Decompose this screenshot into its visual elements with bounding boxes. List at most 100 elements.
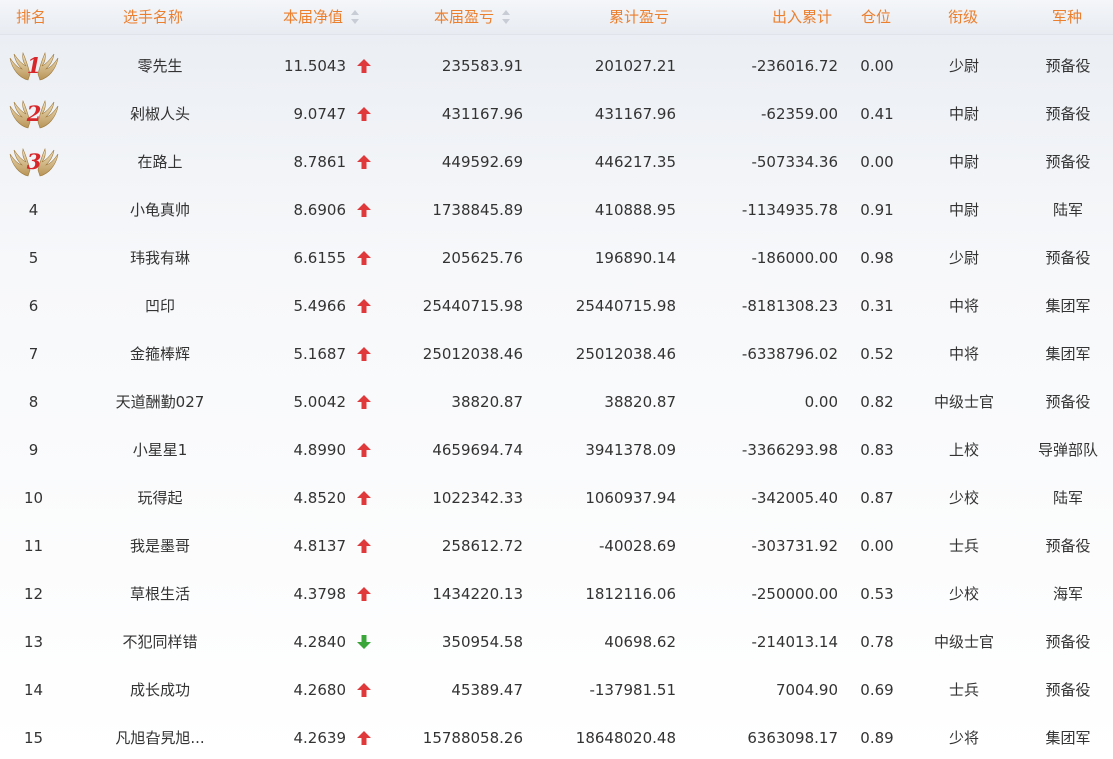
trend-indicator xyxy=(356,138,372,186)
trend-indicator xyxy=(356,330,372,378)
medal-rank-number: 2 xyxy=(26,101,42,126)
table-row[interactable]: 2 剁椒人头 9.0747 431167.96 431167.96 -62359.00 0.… xyxy=(0,90,1113,138)
rank-level: 少校 xyxy=(948,585,979,603)
cumulative-pnl: 40698.62 xyxy=(604,633,676,651)
table-header: 排名 选手名称 本届净值 本届盈亏 累计盈亏 出入累计 仓位 衔级 军种 xyxy=(0,0,1113,35)
table-row[interactable]: 10 玩得起 4.8520 1022342.33 1060937.94 -342005.4… xyxy=(0,474,1113,522)
table-row[interactable]: 1 零先生 11.5043 235583.91 201027.21 -236016.72 0… xyxy=(0,42,1113,90)
service-arm: 预备役 xyxy=(1045,393,1091,411)
current-pnl: 431167.96 xyxy=(441,105,523,123)
up-arrow-icon xyxy=(357,683,371,697)
rank-medal: 3 xyxy=(0,138,67,186)
medal-rank-number: 1 xyxy=(26,53,42,78)
flow-total: 6363098.17 xyxy=(747,729,838,747)
rank-level: 士兵 xyxy=(948,537,979,555)
table-row[interactable]: 15 凡旭旮旯旭... 4.2639 15788058.26 18648020.48 63… xyxy=(0,714,1113,759)
rank-number: 7 xyxy=(28,345,39,363)
player-name-link[interactable]: 玩得起 xyxy=(75,474,245,522)
net-value: 4.2840 xyxy=(293,633,347,651)
service-arm: 预备役 xyxy=(1045,537,1091,555)
position-ratio: 0.98 xyxy=(860,249,894,267)
flow-total: -6338796.02 xyxy=(741,345,838,363)
player-name-link[interactable]: 小龟真帅 xyxy=(75,186,245,234)
current-pnl: 1022342.33 xyxy=(432,489,523,507)
current-pnl: 45389.47 xyxy=(451,681,523,699)
net-value: 4.8990 xyxy=(293,441,347,459)
service-arm: 集团军 xyxy=(1045,297,1091,315)
table-row[interactable]: 11 我是墨哥 4.8137 258612.72 -40028.69 -303731.92… xyxy=(0,522,1113,570)
cumulative-pnl: 446217.35 xyxy=(594,153,676,171)
table-row[interactable]: 9 小星星1 4.8990 4659694.74 3941378.09 -3366293.… xyxy=(0,426,1113,474)
sort-icon xyxy=(351,9,360,24)
player-name-link[interactable]: 剁椒人头 xyxy=(75,90,245,138)
player-name-link[interactable]: 不犯同样错 xyxy=(75,618,245,666)
player-name-link[interactable]: 凡旭旮旯旭... xyxy=(75,714,245,759)
table-row[interactable]: 3 在路上 8.7861 449592.69 446217.35 -507334.36 0.… xyxy=(0,138,1113,186)
current-pnl: 38820.87 xyxy=(451,393,523,411)
rank-medal: 2 xyxy=(0,90,67,138)
rank-number: 13 xyxy=(23,633,44,651)
cumulative-pnl: 3941378.09 xyxy=(585,441,676,459)
table-row[interactable]: 14 成长成功 4.2680 45389.47 -137981.51 7004.90 0.6… xyxy=(0,666,1113,714)
net-value: 8.6906 xyxy=(293,201,347,219)
net-value: 4.8520 xyxy=(293,489,347,507)
table-row[interactable]: 12 草根生活 4.3798 1434220.13 1812116.06 -250000.… xyxy=(0,570,1113,618)
header-cumulative-pnl: 累计盈亏 xyxy=(609,8,670,26)
player-name-link[interactable]: 我是墨哥 xyxy=(75,522,245,570)
rank-level: 少尉 xyxy=(948,57,979,75)
leaderboard: 排名 选手名称 本届净值 本届盈亏 累计盈亏 出入累计 仓位 衔级 军种 1 零先… xyxy=(0,0,1113,759)
table-row[interactable]: 7 金箍棒辉 5.1687 25012038.46 25012038.46 -633879… xyxy=(0,330,1113,378)
up-arrow-icon xyxy=(357,203,371,217)
table-row[interactable]: 4 小龟真帅 8.6906 1738845.89 410888.95 -1134935.7… xyxy=(0,186,1113,234)
cumulative-pnl: 25012038.46 xyxy=(575,345,676,363)
rank-level: 上校 xyxy=(948,441,979,459)
trend-indicator xyxy=(356,378,372,426)
rank-number: 4 xyxy=(28,201,39,219)
cumulative-pnl: 410888.95 xyxy=(594,201,676,219)
player-name-link[interactable]: 草根生活 xyxy=(75,570,245,618)
service-arm: 海军 xyxy=(1052,585,1083,603)
table-row[interactable]: 5 玮我有琳 6.6155 205625.76 196890.14 -186000.00 0… xyxy=(0,234,1113,282)
net-value: 4.2639 xyxy=(293,729,347,747)
flow-total: -8181308.23 xyxy=(741,297,838,315)
player-name-link[interactable]: 在路上 xyxy=(75,138,245,186)
service-arm: 预备役 xyxy=(1045,105,1091,123)
player-name-link[interactable]: 玮我有琳 xyxy=(75,234,245,282)
player-name-link[interactable]: 小星星1 xyxy=(75,426,245,474)
current-pnl: 235583.91 xyxy=(441,57,523,75)
player-name-link[interactable]: 成长成功 xyxy=(75,666,245,714)
player-name-link[interactable]: 金箍棒辉 xyxy=(75,330,245,378)
player-name-link[interactable]: 零先生 xyxy=(75,42,245,90)
service-arm: 导弹部队 xyxy=(1037,441,1098,459)
header-name: 选手名称 xyxy=(123,8,184,26)
table-row[interactable]: 8 天道酬勤027 5.0042 38820.87 38820.87 0.00 0.82 中级… xyxy=(0,378,1113,426)
up-arrow-icon xyxy=(357,395,371,409)
header-current-pnl-sort[interactable]: 本届盈亏 xyxy=(434,0,511,34)
trend-indicator xyxy=(356,186,372,234)
flow-total: 7004.90 xyxy=(775,681,838,699)
header-nav-sort[interactable]: 本届净值 xyxy=(283,0,360,34)
flow-total: -303731.92 xyxy=(751,537,838,555)
position-ratio: 0.69 xyxy=(860,681,894,699)
rank-number: 10 xyxy=(23,489,44,507)
rank-level: 少校 xyxy=(948,489,979,507)
net-value: 8.7861 xyxy=(293,153,347,171)
flow-total: -342005.40 xyxy=(751,489,838,507)
rank-number: 8 xyxy=(28,393,39,411)
trend-indicator xyxy=(356,42,372,90)
table-row[interactable]: 6 凹印 5.4966 25440715.98 25440715.98 -8181308.… xyxy=(0,282,1113,330)
player-name-link[interactable]: 天道酬勤027 xyxy=(75,378,245,426)
position-ratio: 0.53 xyxy=(860,585,894,603)
net-value: 4.3798 xyxy=(293,585,347,603)
position-ratio: 0.31 xyxy=(860,297,894,315)
table-row[interactable]: 13 不犯同样错 4.2840 350954.58 40698.62 -214013.14… xyxy=(0,618,1113,666)
rank-level: 中尉 xyxy=(948,105,979,123)
flow-total: 0.00 xyxy=(804,393,838,411)
player-name-link[interactable]: 凹印 xyxy=(75,282,245,330)
up-arrow-icon xyxy=(357,491,371,505)
trend-indicator xyxy=(356,618,372,666)
rank-number: 9 xyxy=(28,441,39,459)
current-pnl: 449592.69 xyxy=(441,153,523,171)
trend-indicator xyxy=(356,234,372,282)
rank-number: 15 xyxy=(23,729,44,747)
